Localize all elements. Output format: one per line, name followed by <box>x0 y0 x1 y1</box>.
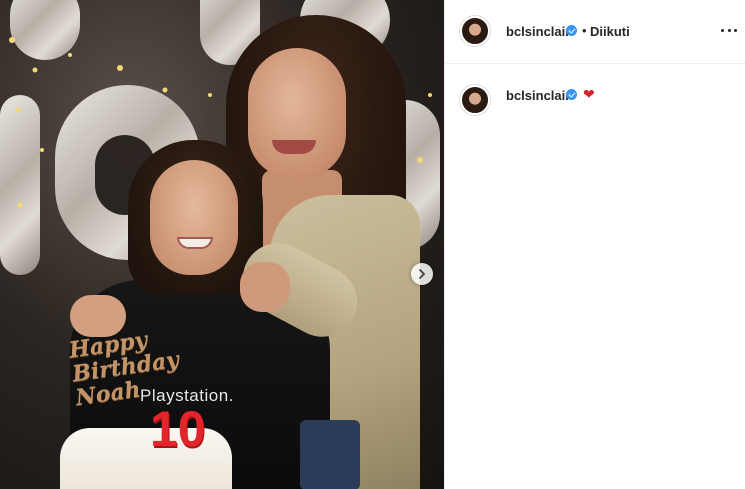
jeans <box>300 420 360 489</box>
post-sidebar: bclsinclair • Diikuti bclsinclair ❤ <box>444 0 745 489</box>
verified-badge-icon <box>566 89 577 100</box>
separator-dot: • <box>582 23 587 38</box>
post-header: bclsinclair • Diikuti <box>445 0 745 64</box>
next-photo-button[interactable] <box>411 263 433 285</box>
post-photo[interactable]: Playstation. Happy Birthday Noah 10 <box>0 0 444 489</box>
follow-status-button[interactable]: Diikuti <box>590 24 630 39</box>
avatar[interactable] <box>460 85 490 115</box>
comment-username[interactable]: bclsinclair <box>506 88 570 103</box>
woman-hand <box>240 262 290 312</box>
avatar[interactable] <box>460 16 490 46</box>
more-options-icon[interactable] <box>721 25 737 35</box>
number-candle: 10 <box>150 401 206 457</box>
verified-badge-icon <box>566 25 577 36</box>
heart-emoji: ❤ <box>583 87 595 103</box>
chevron-right-icon <box>419 269 425 279</box>
birthday-cake <box>60 428 232 489</box>
header-username[interactable]: bclsinclair <box>506 24 570 39</box>
woman-face <box>248 48 346 178</box>
child-face <box>150 160 238 275</box>
